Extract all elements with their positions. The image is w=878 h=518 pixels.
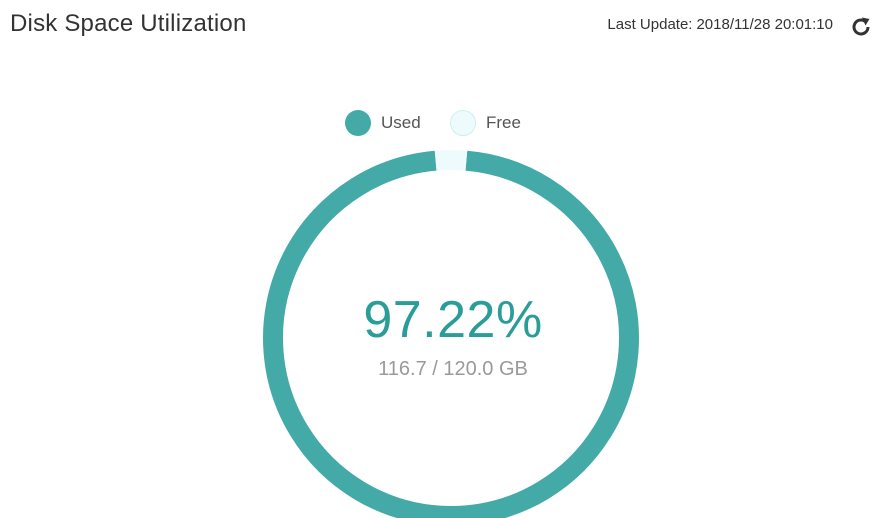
usage-amount: 116.7 / 120.0 GB: [378, 358, 528, 380]
disk-space-panel: Disk Space Utilization Last Update: 2018/…: [0, 0, 878, 518]
usage-percent: 97.22%: [363, 291, 543, 349]
disk-usage-donut-chart: [263, 150, 639, 518]
donut-slice-free[interactable]: [434, 150, 468, 171]
